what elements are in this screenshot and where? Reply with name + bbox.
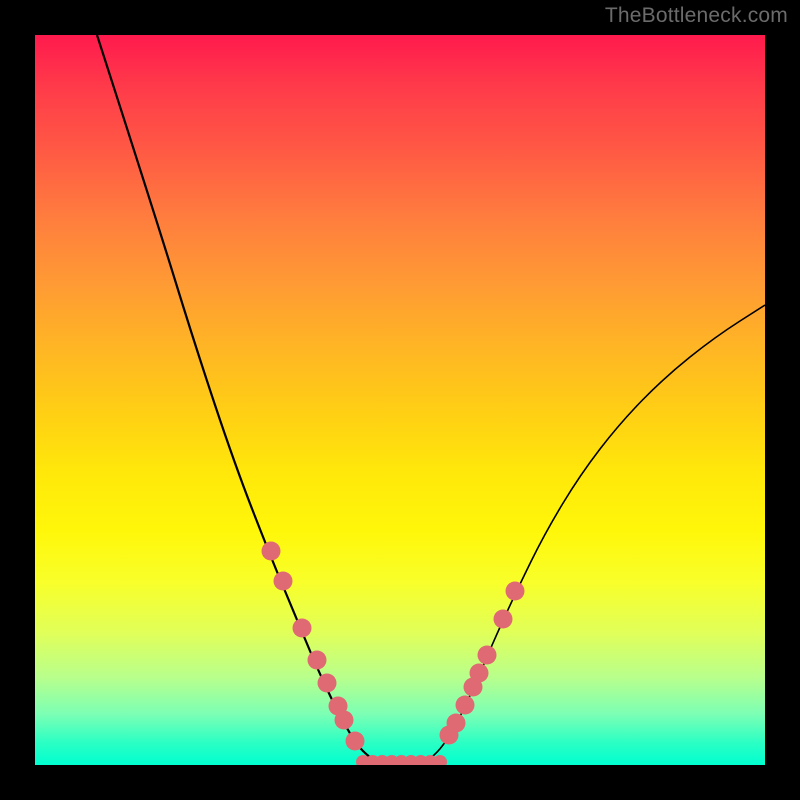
watermark-text: TheBottleneck.com [605, 4, 788, 28]
data-marker [346, 732, 365, 751]
data-marker [433, 755, 447, 765]
plot-area [35, 35, 765, 765]
data-marker [494, 610, 513, 629]
data-marker [506, 582, 525, 601]
data-marker [456, 696, 475, 715]
marker-layer [35, 35, 765, 765]
data-marker [335, 711, 354, 730]
data-marker [470, 664, 489, 683]
data-marker [308, 651, 327, 670]
data-marker [293, 619, 312, 638]
chart-frame: TheBottleneck.com [0, 0, 800, 800]
data-marker [274, 572, 293, 591]
data-marker [262, 542, 281, 561]
data-marker [318, 674, 337, 693]
data-marker [478, 646, 497, 665]
data-marker [447, 714, 466, 733]
